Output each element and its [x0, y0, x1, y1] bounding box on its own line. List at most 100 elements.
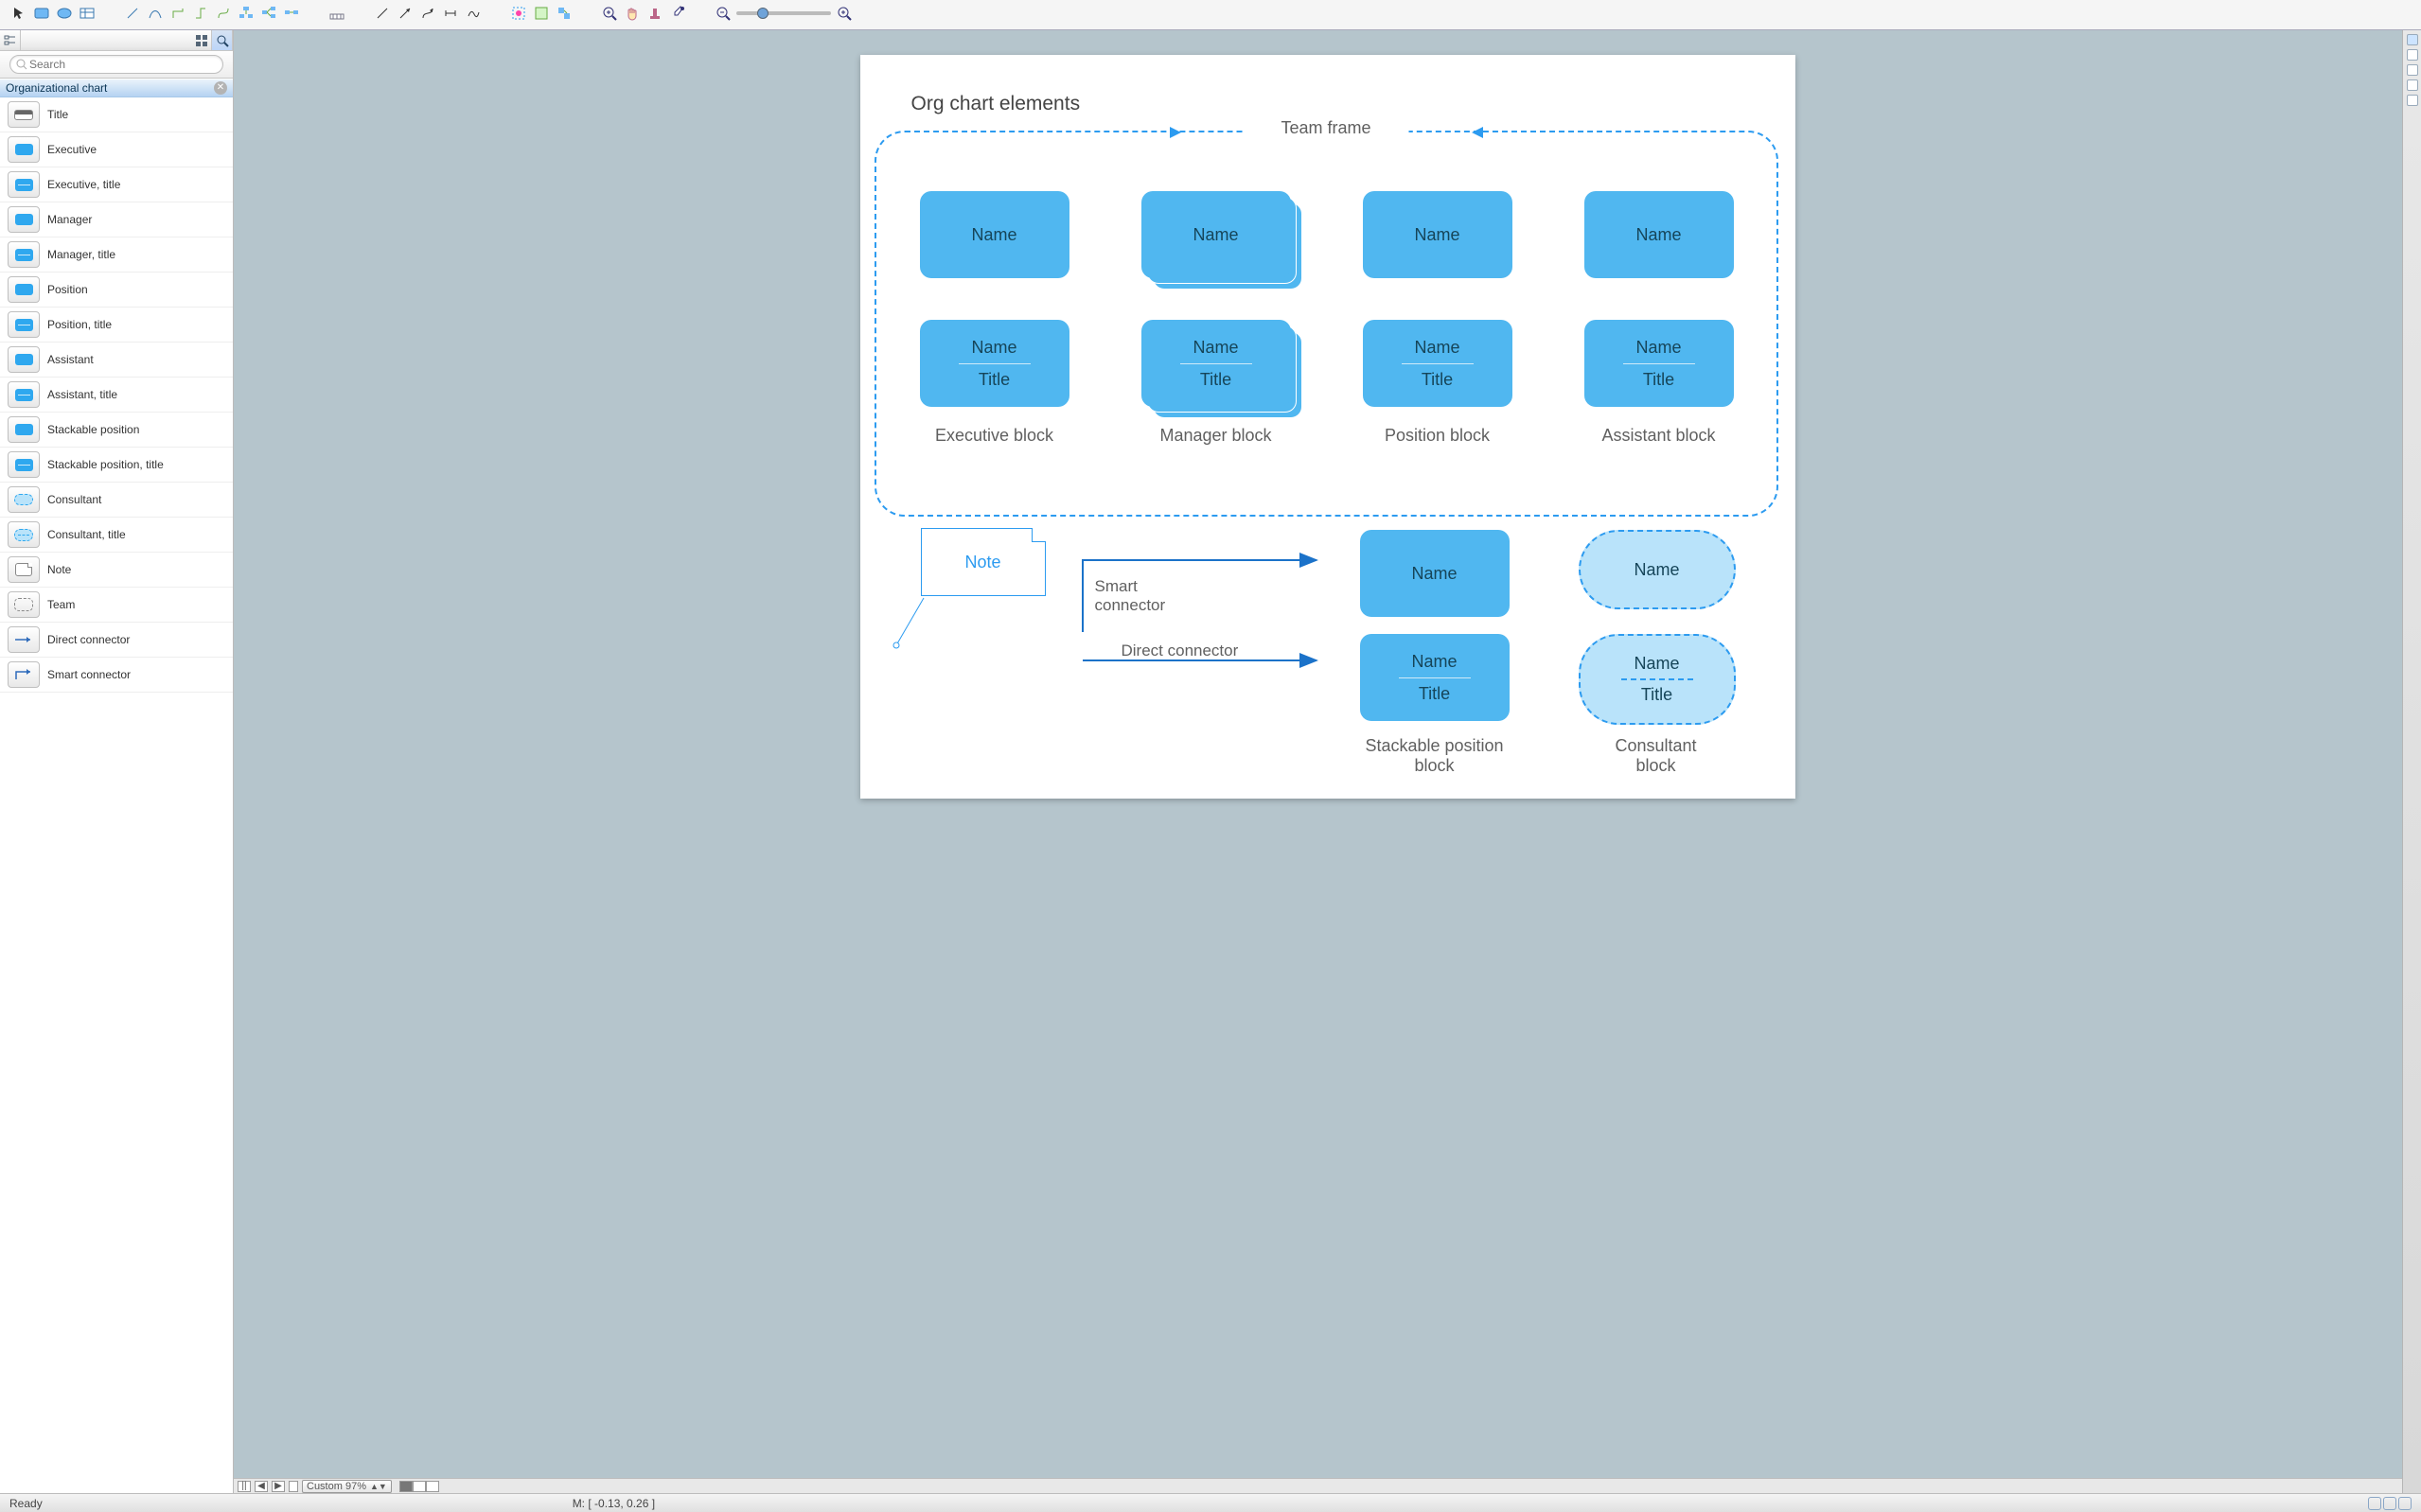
view-mode-2[interactable] — [413, 1481, 426, 1492]
highlight-tool-2[interactable] — [530, 3, 553, 24]
executive-block-title[interactable]: NameTitle — [920, 320, 1069, 407]
stencil-item-label: Position — [47, 283, 88, 296]
dim-tool[interactable] — [439, 3, 462, 24]
rect-tool[interactable] — [30, 3, 53, 24]
stencil-item[interactable]: Position — [0, 273, 233, 308]
stencil-item[interactable]: Executive, title — [0, 167, 233, 202]
caption-stack: Stackable position block — [1360, 736, 1510, 776]
node-select-tool[interactable] — [553, 3, 575, 24]
stencil-item-label: Consultant — [47, 493, 101, 506]
hand-tool[interactable] — [621, 3, 644, 24]
eyedropper-tool[interactable] — [666, 3, 689, 24]
stencil-group-header[interactable]: Organizational chart ✕ — [0, 79, 233, 97]
connector-2[interactable] — [189, 3, 212, 24]
position-block-title[interactable]: NameTitle — [1363, 320, 1512, 407]
stencil-item[interactable]: Position, title — [0, 308, 233, 343]
connector-1[interactable] — [167, 3, 189, 24]
stencil-item[interactable]: Direct connector — [0, 623, 233, 658]
free-line-tool[interactable] — [462, 3, 485, 24]
stencil-item-label: Manager, title — [47, 248, 115, 261]
play-pause-icon[interactable]: || — [238, 1481, 251, 1492]
corner-btn-1[interactable] — [2368, 1497, 2381, 1510]
chain-tool[interactable] — [280, 3, 303, 24]
stackable-name-title[interactable]: NameTitle — [1360, 634, 1510, 721]
prev-page-icon[interactable]: ◀ — [255, 1481, 268, 1492]
consultant-name-only[interactable]: Name — [1579, 530, 1736, 609]
team-frame[interactable]: Team frame Name Name Name Name NameTit — [875, 131, 1778, 517]
connector-3[interactable] — [212, 3, 235, 24]
stencil-item-label: Assistant, title — [47, 388, 117, 401]
canvas[interactable]: Org chart elements Team frame Name Name … — [860, 55, 1795, 799]
highlight-tool-1[interactable] — [507, 3, 530, 24]
bezier-tool[interactable] — [144, 3, 167, 24]
stencil-item[interactable]: Stackable position, title — [0, 448, 233, 483]
close-group-icon[interactable]: ✕ — [214, 81, 227, 95]
zoom-slider[interactable] — [736, 11, 831, 15]
position-block-name[interactable]: Name — [1363, 191, 1512, 278]
stencil-item-label: Executive — [47, 143, 97, 156]
line-tool[interactable] — [121, 3, 144, 24]
search-toggle-icon[interactable] — [212, 30, 233, 50]
corner-btn-3[interactable] — [2398, 1497, 2412, 1510]
right-tab-4[interactable] — [2407, 79, 2418, 91]
stencil-item[interactable]: Consultant, title — [0, 518, 233, 553]
arrow-tool-1[interactable] — [371, 3, 394, 24]
stencil-item[interactable]: Title — [0, 97, 233, 132]
assistant-block-title[interactable]: NameTitle — [1584, 320, 1734, 407]
stamp-tool[interactable] — [644, 3, 666, 24]
right-tab-5[interactable] — [2407, 95, 2418, 106]
stencil-item[interactable]: Stackable position — [0, 413, 233, 448]
stencil-item[interactable]: Assistant, title — [0, 378, 233, 413]
caption-cons: Consultant block — [1582, 736, 1731, 776]
right-tab-2[interactable] — [2407, 49, 2418, 61]
view-mode-1[interactable] — [399, 1481, 413, 1492]
team-frame-arrow-left — [1170, 127, 1181, 138]
status-bar: Ready M: [ -0.13, 0.26 ] — [0, 1493, 2421, 1512]
right-tab-3[interactable] — [2407, 64, 2418, 76]
stencil-item[interactable]: Consultant — [0, 483, 233, 518]
tree-view-icon[interactable] — [0, 30, 21, 50]
manager-block-stack-name[interactable]: Name — [1141, 191, 1291, 278]
search-input-wrap[interactable] — [9, 55, 223, 74]
stencil-item[interactable]: Manager — [0, 202, 233, 237]
stencil-item[interactable]: Assistant — [0, 343, 233, 378]
note-shape[interactable]: Note — [921, 528, 1046, 596]
search-input[interactable] — [27, 57, 217, 72]
pointer-tool[interactable] — [8, 3, 30, 24]
team-frame-label: Team frame — [1243, 118, 1408, 138]
corner-btn-2[interactable] — [2383, 1497, 2396, 1510]
right-tab-1[interactable] — [2407, 34, 2418, 45]
executive-block-name[interactable]: Name — [920, 191, 1069, 278]
ellipse-tool[interactable] — [53, 3, 76, 24]
stencil-item-label: Assistant — [47, 353, 94, 366]
workspace: Org chart elements Team frame Name Name … — [234, 30, 2402, 1493]
canvas-scroll[interactable]: Org chart elements Team frame Name Name … — [234, 30, 2402, 1478]
stencil-item[interactable]: Manager, title — [0, 237, 233, 273]
view-mode-3[interactable] — [426, 1481, 439, 1492]
zoom-in-tool[interactable] — [598, 3, 621, 24]
tree-tool-1[interactable] — [235, 3, 257, 24]
curve-arrow-tool[interactable] — [416, 3, 439, 24]
ruler-toggle[interactable] — [326, 3, 348, 24]
next-page-icon[interactable]: ▶ — [272, 1481, 285, 1492]
table-tool[interactable] — [76, 3, 98, 24]
stackable-name-only[interactable]: Name — [1360, 530, 1510, 617]
stencil-item[interactable]: Executive — [0, 132, 233, 167]
arrow-tool-2[interactable] — [394, 3, 416, 24]
caption-pos: Position block — [1363, 426, 1512, 446]
stencil-item-label: Note — [47, 563, 71, 576]
zoom-in-button[interactable] — [833, 3, 856, 24]
team-frame-arrow-right — [1472, 127, 1483, 138]
consultant-name-title[interactable]: NameTitle — [1579, 634, 1736, 725]
zoom-out-button[interactable] — [712, 3, 734, 24]
stencil-list: Title Executive Executive, titleManager Man… — [0, 97, 233, 1493]
stencil-item[interactable]: Team — [0, 588, 233, 623]
stencil-item[interactable]: Smart connector — [0, 658, 233, 693]
horizontal-controls: || ◀ ▶ Custom 97%▲▼ — [234, 1478, 2402, 1493]
stencil-item[interactable]: Note — [0, 553, 233, 588]
tree-tool-2[interactable] — [257, 3, 280, 24]
grid-view-icon[interactable] — [191, 30, 212, 50]
assistant-block-name[interactable]: Name — [1584, 191, 1734, 278]
zoom-select[interactable]: Custom 97%▲▼ — [302, 1480, 392, 1493]
manager-block-stack-title[interactable]: NameTitle — [1141, 320, 1291, 407]
